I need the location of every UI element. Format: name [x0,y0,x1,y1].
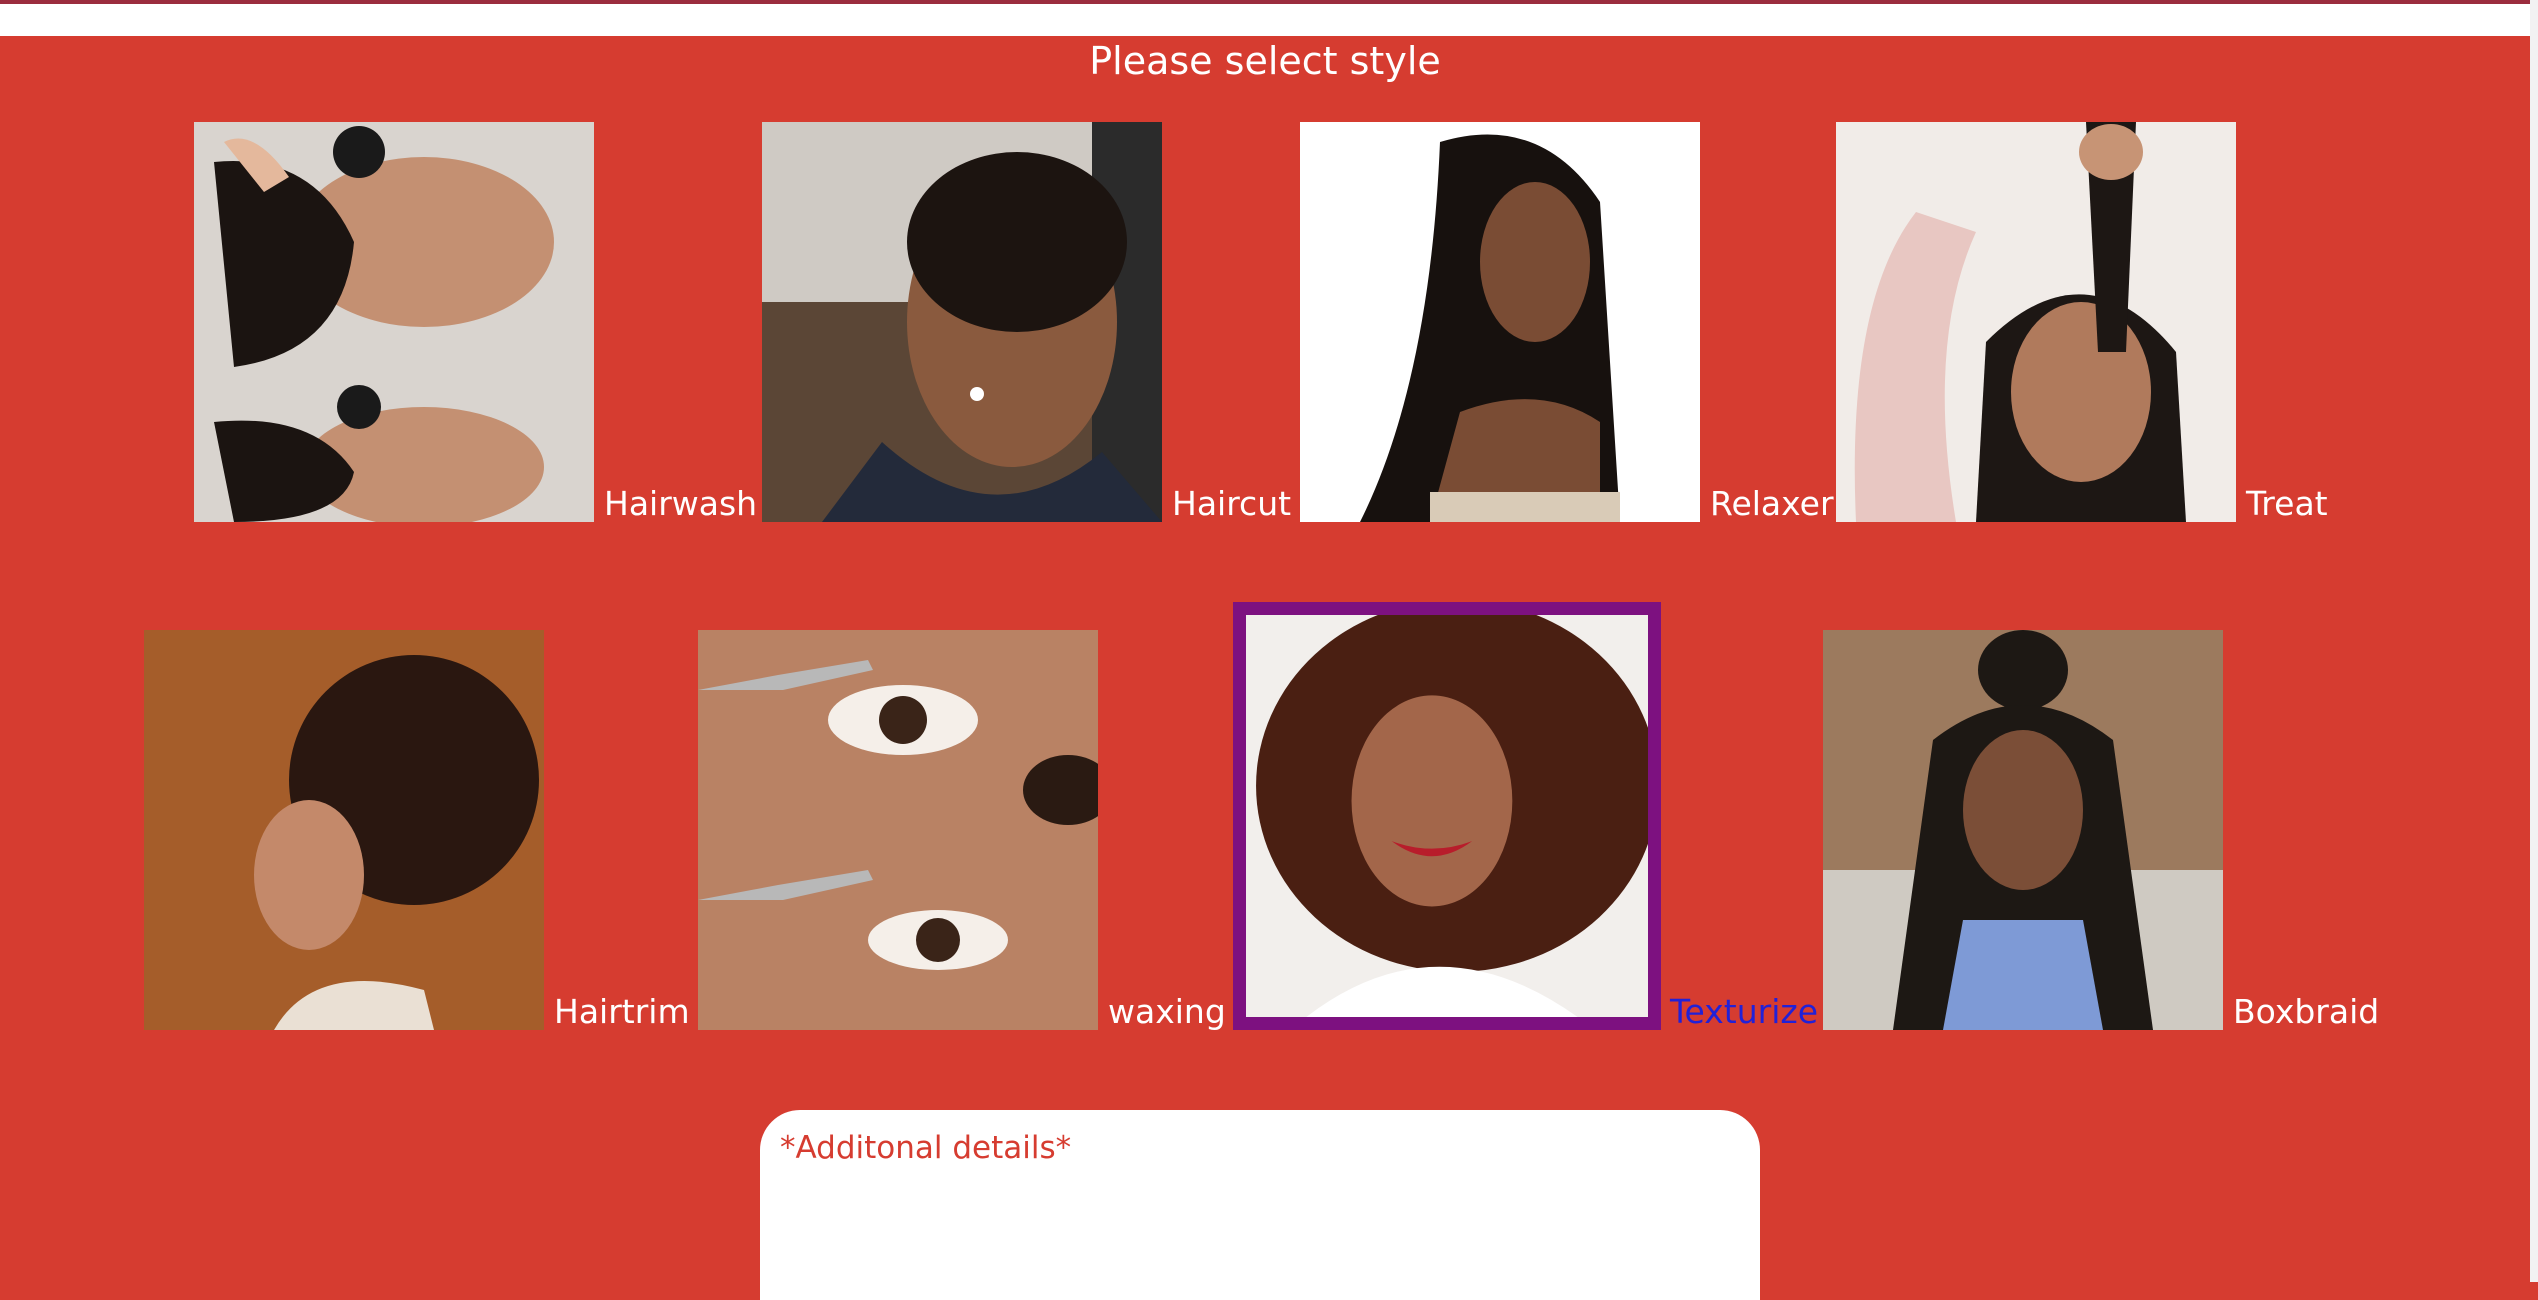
treat-image[interactable] [1836,122,2236,522]
boxbraid-image[interactable] [1823,630,2223,1030]
hairtrim-image[interactable] [144,630,544,1030]
style-label-hairtrim: Hairtrim [554,992,690,1031]
page-title: Please select style [1089,39,1441,83]
style-label-hairwash: Hairwash [604,484,758,523]
style-label-treat: Treat [2246,484,2328,523]
style-label-boxbraid: Boxbraid [2233,992,2380,1031]
additional-details-input[interactable] [760,1110,1760,1300]
texturize-image[interactable] [1233,602,1661,1030]
browser-top-bar [0,0,2530,36]
style-label-haircut: Haircut [1172,484,1292,523]
relaxer-image[interactable] [1300,122,1700,522]
style-label-waxing: waxing [1108,992,1226,1031]
waxing-image[interactable] [698,630,1098,1030]
style-label-texturize: Texturize [1670,992,1819,1031]
scrollbar-track[interactable] [2530,0,2538,1282]
hairwash-image[interactable] [194,122,594,522]
style-label-relaxer: Relaxer [1710,484,1834,523]
haircut-image[interactable] [762,122,1162,522]
